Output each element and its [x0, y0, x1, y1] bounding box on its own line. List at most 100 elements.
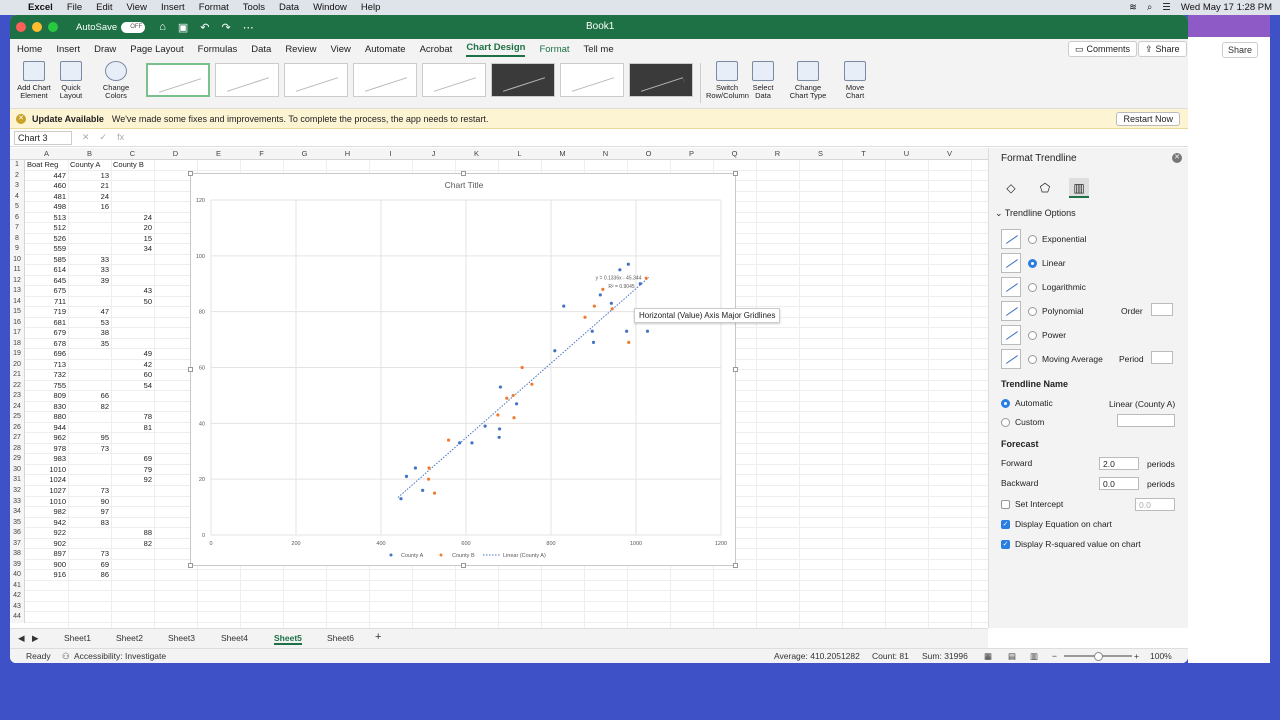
cell[interactable]: 1024	[25, 475, 68, 486]
data-point[interactable]	[505, 396, 509, 400]
order-stepper[interactable]	[1151, 303, 1173, 316]
zoom-slider-thumb[interactable]	[1094, 652, 1103, 661]
cell[interactable]: 675	[25, 286, 68, 297]
row-header[interactable]: 3	[10, 181, 24, 192]
menu-help[interactable]: Help	[361, 2, 381, 13]
column-header[interactable]: S	[799, 149, 842, 158]
resize-handle[interactable]	[188, 563, 193, 568]
scatter-chart[interactable]: Chart Title 0 200 400 600 800 1000 1200 0 20 40 60 8…	[191, 174, 737, 567]
data-point[interactable]	[497, 435, 501, 439]
menu-window[interactable]: Window	[313, 2, 347, 13]
menu-insert[interactable]: Insert	[161, 2, 185, 13]
data-point[interactable]	[458, 441, 462, 445]
row-header[interactable]: 31	[10, 475, 24, 486]
chart-style-6[interactable]	[491, 63, 555, 97]
data-point[interactable]	[498, 385, 503, 389]
data-point[interactable]	[625, 329, 629, 333]
search-icon[interactable]: ⌕	[1147, 2, 1152, 13]
row-header[interactable]: 11	[10, 265, 24, 276]
row-header[interactable]: 19	[10, 349, 24, 360]
tab-draw[interactable]: Draw	[94, 44, 116, 55]
name-box[interactable]: Chart 3	[14, 130, 72, 145]
column-header[interactable]: B	[68, 149, 111, 158]
quick-layout-button[interactable]: Quick Layout	[56, 61, 86, 100]
cell[interactable]: County B	[111, 160, 154, 171]
row-header[interactable]: 40	[10, 570, 24, 581]
column-header[interactable]: R	[756, 149, 799, 158]
cell[interactable]: 20	[111, 223, 154, 234]
forward-input[interactable]: 2.0	[1099, 457, 1139, 470]
row-header[interactable]: 39	[10, 560, 24, 571]
intercept-input[interactable]: 0.0	[1135, 498, 1175, 511]
cell[interactable]: 902	[25, 539, 68, 550]
cell[interactable]: 713	[25, 360, 68, 371]
data-point[interactable]	[530, 382, 534, 386]
cell[interactable]: 460	[25, 181, 68, 192]
legend-label[interactable]: Linear (County A)	[503, 553, 546, 559]
data-point[interactable]	[583, 315, 587, 319]
maximize-window-icon[interactable]	[48, 22, 58, 32]
cell[interactable]: 732	[25, 370, 68, 381]
menu-format[interactable]: Format	[199, 2, 229, 13]
linear-radio[interactable]	[1028, 258, 1037, 268]
minimize-window-icon[interactable]	[32, 22, 42, 32]
cell[interactable]: 88	[111, 528, 154, 539]
switch-row-column-button[interactable]: Switch Row/Column	[706, 61, 749, 100]
period-stepper[interactable]	[1151, 351, 1173, 364]
zoom-out-icon[interactable]: −	[1052, 651, 1057, 661]
effects-icon[interactable]: ⬠	[1035, 178, 1055, 198]
option-custom[interactable]: Custom	[1001, 417, 1044, 427]
cell[interactable]: 679	[25, 328, 68, 339]
cell[interactable]: 49	[111, 349, 154, 360]
resize-handle[interactable]	[461, 563, 466, 568]
menu-edit[interactable]: Edit	[96, 2, 112, 13]
cell[interactable]: 33	[68, 255, 111, 266]
sheet-tab-4[interactable]: Sheet4	[221, 633, 248, 643]
column-header[interactable]: T	[842, 149, 885, 158]
cell[interactable]: 982	[25, 507, 68, 518]
menu-app[interactable]: Excel	[28, 2, 53, 13]
cell[interactable]: 481	[25, 192, 68, 203]
cell[interactable]: 696	[25, 349, 68, 360]
column-header[interactable]: Q	[713, 149, 756, 158]
sheet-next-icon[interactable]: ▶	[32, 633, 39, 644]
normal-view-icon[interactable]: ▦	[984, 651, 992, 662]
display-r2-checkbox[interactable]: ✓	[1001, 539, 1010, 549]
cell[interactable]: 830	[25, 402, 68, 413]
column-header[interactable]: E	[197, 149, 240, 158]
cell[interactable]: 880	[25, 412, 68, 423]
moving-average-radio[interactable]	[1028, 354, 1037, 364]
row-header[interactable]: 36	[10, 528, 24, 539]
row-header[interactable]: 30	[10, 465, 24, 476]
column-header[interactable]: O	[627, 149, 670, 158]
column-header[interactable]: U	[885, 149, 928, 158]
row-header[interactable]: 34	[10, 507, 24, 518]
change-chart-type-button[interactable]: Change Chart Type	[788, 61, 828, 100]
cell[interactable]: 513	[25, 213, 68, 224]
cell[interactable]: 15	[111, 234, 154, 245]
backward-input[interactable]: 0.0	[1099, 477, 1139, 490]
fx-icon[interactable]: fx	[117, 132, 124, 143]
move-chart-button[interactable]: Move Chart	[842, 61, 868, 100]
cell[interactable]: 82	[68, 402, 111, 413]
row-header[interactable]: 4	[10, 192, 24, 203]
chart-style-7[interactable]	[560, 63, 624, 97]
add-sheet-icon[interactable]: +	[375, 631, 381, 643]
cell[interactable]: Boat Reg	[25, 160, 68, 171]
cell[interactable]: 73	[68, 549, 111, 560]
row-header[interactable]: 43	[10, 602, 24, 613]
row-header[interactable]: 2	[10, 171, 24, 182]
row-header[interactable]: 42	[10, 591, 24, 602]
menu-file[interactable]: File	[67, 2, 82, 13]
row-header[interactable]: 37	[10, 539, 24, 550]
cell[interactable]: 39	[68, 276, 111, 287]
row-header[interactable]: 1	[10, 160, 24, 171]
column-header[interactable]: D	[154, 149, 197, 158]
row-header[interactable]: 16	[10, 318, 24, 329]
data-point[interactable]	[520, 365, 524, 370]
tab-acrobat[interactable]: Acrobat	[420, 44, 453, 55]
cell[interactable]: 900	[25, 560, 68, 571]
resize-handle[interactable]	[733, 367, 738, 372]
data-point[interactable]	[591, 340, 596, 344]
resize-handle[interactable]	[461, 171, 466, 176]
